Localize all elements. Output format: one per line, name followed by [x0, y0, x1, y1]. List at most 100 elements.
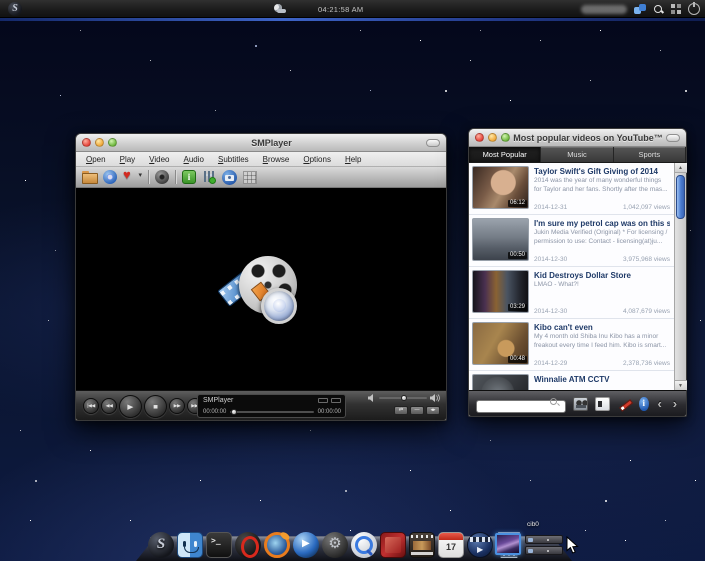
video-thumbnail[interactable] [472, 374, 529, 390]
video-list-item[interactable]: 06:12 Taylor Swift's Gift Giving of 2014… [469, 163, 674, 215]
dock-terminal[interactable] [206, 532, 232, 558]
power-icon[interactable] [688, 3, 700, 15]
video-views: 3,975,968 views [623, 256, 670, 263]
dock-photos-app[interactable] [380, 532, 406, 558]
close-button[interactable] [82, 138, 91, 147]
dock-file-manager[interactable] [177, 532, 203, 558]
fullscreen-icon[interactable] [243, 171, 257, 184]
video-duration-badge: 06:12 [508, 200, 527, 207]
minimize-button[interactable] [488, 133, 497, 142]
play-button[interactable]: ▶ [119, 395, 142, 418]
video-title[interactable]: Kid Destroys Dollar Store [534, 271, 670, 280]
smplayer-titlebar[interactable]: SMPlayer [76, 134, 446, 152]
video-description: LMAO - What?! [534, 281, 670, 299]
volume-knob[interactable] [401, 395, 407, 401]
video-thumbnail[interactable]: 03:29 [472, 270, 529, 313]
menu-item[interactable]: Open [80, 155, 112, 164]
repeat-button[interactable]: — [410, 406, 424, 415]
shuffle-button[interactable]: ⇄ [394, 406, 408, 415]
scroll-up-button[interactable]: ▲ [675, 163, 687, 173]
favorites-icon[interactable] [123, 170, 142, 184]
tab-most-popular[interactable]: Most Popular [469, 147, 541, 162]
minimized-window-bar-2[interactable] [525, 546, 563, 555]
dock-system-settings[interactable] [322, 532, 348, 558]
dock-quicktime-player[interactable] [351, 532, 377, 558]
workspaces-icon[interactable] [671, 4, 681, 14]
screenshot-icon[interactable] [222, 170, 237, 185]
open-file-icon[interactable] [82, 170, 97, 184]
menu-item[interactable]: Browse [257, 155, 296, 164]
video-display-area[interactable] [76, 188, 446, 390]
dock-movies-app[interactable] [467, 532, 493, 558]
minimized-window-thumbnail[interactable] [495, 533, 521, 555]
minimized-window-bar-1[interactable] [525, 535, 563, 544]
info-icon[interactable]: i [639, 397, 649, 411]
display-icon[interactable] [595, 397, 610, 411]
information-icon[interactable] [182, 170, 196, 184]
video-title[interactable]: Winnalie ATM CCTV [534, 375, 670, 384]
scroll-down-button[interactable]: ▼ [675, 380, 687, 390]
shade-button[interactable] [426, 139, 440, 147]
video-title[interactable]: Kibo can't even [534, 323, 670, 332]
video-list-item[interactable]: 00:48 Kibo can't even My 4 month old Shi… [469, 319, 674, 371]
compact-mode-button[interactable]: ◂▸ [426, 406, 440, 415]
dock-web-browser[interactable] [264, 532, 290, 558]
video-thumbnail[interactable]: 00:50 [472, 218, 529, 261]
video-title[interactable]: Taylor Swift's Gift Giving of 2014 [534, 167, 670, 176]
menu-item[interactable]: Play [114, 155, 142, 164]
rewind-button[interactable]: ◀◀ [101, 398, 117, 414]
open-disc-icon[interactable] [103, 170, 117, 184]
close-button[interactable] [475, 133, 484, 142]
youtube-search-input[interactable] [476, 400, 566, 413]
video-thumbnail[interactable]: 06:12 [472, 166, 529, 209]
volume-slider[interactable] [379, 397, 427, 399]
video-thumbnail[interactable]: 00:48 [472, 322, 529, 365]
mouse-cursor [566, 536, 579, 559]
stop-button[interactable]: ■ [144, 395, 167, 418]
video-title[interactable]: I'm sure my petrol cap was on this side [534, 219, 670, 228]
edit-icon[interactable] [617, 397, 632, 411]
elapsed-time: 00:00:00 [203, 409, 226, 415]
tab-sports[interactable]: Sports [614, 147, 686, 162]
menu-item[interactable]: Options [297, 155, 337, 164]
tab-music[interactable]: Music [541, 147, 613, 162]
compact-disc-icon[interactable] [155, 170, 169, 184]
scrollbar[interactable]: ▲ ▼ [674, 163, 686, 390]
lcd-indicator-a [318, 398, 328, 403]
zoom-button[interactable] [501, 133, 510, 142]
search-icon[interactable] [653, 4, 664, 15]
fast-forward-button[interactable]: ▶▶ [169, 398, 185, 414]
user-applet-redacted[interactable] [581, 5, 627, 14]
scrollbar-thumb[interactable] [676, 175, 685, 219]
equalizer-icon[interactable] [202, 170, 216, 184]
cloud-icon [277, 9, 286, 13]
weather-moon-cloud-icon[interactable] [273, 4, 286, 14]
menu-item[interactable]: Audio [178, 155, 210, 164]
sharing-icon[interactable] [634, 4, 646, 15]
youtube-titlebar[interactable]: Most popular videos on YouTube™ [469, 129, 686, 147]
record-icon[interactable] [573, 397, 588, 411]
smplayer-control-bar: |◀◀ ◀◀ ▶ ■ ▶▶ [76, 390, 446, 420]
menu-item[interactable]: Help [339, 155, 367, 164]
dock-video-editor[interactable] [409, 532, 435, 558]
dock-calendar[interactable]: 17 [438, 532, 464, 558]
seek-knob[interactable] [231, 409, 237, 415]
minimize-button[interactable] [95, 138, 104, 147]
video-list-item[interactable]: 03:29 Kid Destroys Dollar Store LMAO - W… [469, 267, 674, 319]
distro-logo-icon[interactable]: S [8, 2, 22, 16]
dock-media-player[interactable] [293, 532, 319, 558]
zoom-button[interactable] [108, 138, 117, 147]
dock-opera-browser[interactable] [235, 532, 261, 558]
menu-item[interactable]: Subtitles [212, 155, 255, 164]
seek-slider[interactable] [230, 411, 313, 413]
video-list-item[interactable]: Winnalie ATM CCTV [469, 371, 674, 390]
forward-button[interactable]: › [671, 397, 679, 411]
clock[interactable]: 04:21:58 AM [318, 5, 363, 14]
smplayer-window: SMPlayer Open Play Video Audio Subtitles… [75, 133, 447, 421]
menu-item[interactable]: Video [143, 155, 175, 164]
video-list-item[interactable]: 00:50 I'm sure my petrol cap was on this… [469, 215, 674, 267]
previous-button[interactable]: |◀◀ [83, 398, 99, 414]
shade-button[interactable] [666, 134, 680, 142]
dock-distro-logo[interactable] [148, 532, 174, 558]
back-button[interactable]: ‹ [656, 397, 664, 411]
